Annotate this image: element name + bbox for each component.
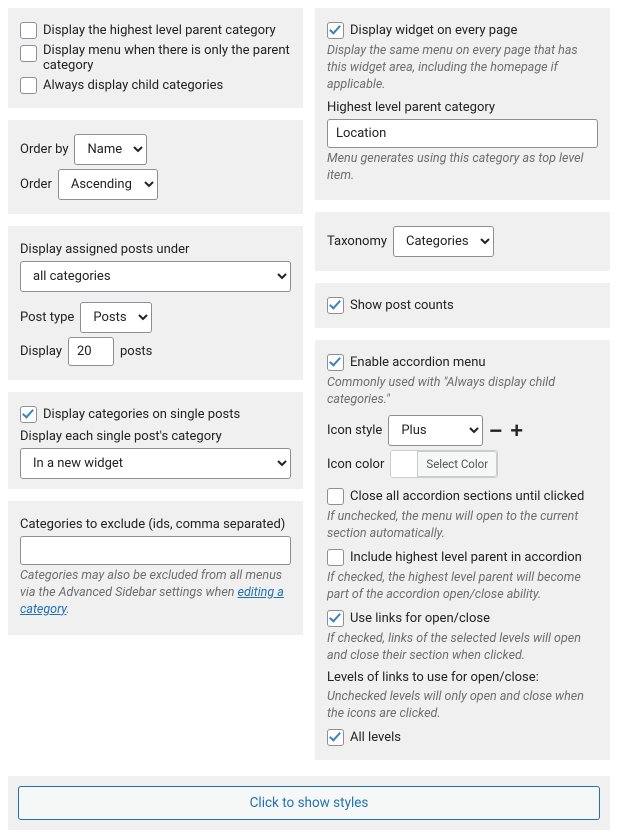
each-single-label: Display each single post's category bbox=[20, 429, 291, 444]
icon-style-select[interactable]: Plus bbox=[388, 415, 483, 446]
display-n-label-pre: Display bbox=[20, 344, 62, 359]
show-counts-checkbox[interactable] bbox=[327, 297, 344, 314]
every-page-panel: Display widget on every page Display the… bbox=[315, 8, 610, 200]
icon-style-label: Icon style bbox=[327, 423, 382, 438]
include-highest-label: Include highest level parent in accordio… bbox=[350, 550, 582, 565]
all-levels-label: All levels bbox=[350, 730, 401, 745]
include-highest-checkbox[interactable] bbox=[327, 549, 344, 566]
posts-panel: Display assigned posts under all categor… bbox=[8, 226, 303, 380]
close-all-help: If unchecked, the menu will open to the … bbox=[327, 509, 598, 543]
close-all-checkbox[interactable] bbox=[327, 488, 344, 505]
levels-help: Unchecked levels will only open and clos… bbox=[327, 689, 598, 723]
order-label: Order bbox=[20, 177, 52, 192]
icon-color-label: Icon color bbox=[327, 457, 384, 472]
close-all-label: Close all accordion sections until click… bbox=[350, 489, 584, 504]
display-n-label-post: posts bbox=[120, 344, 152, 359]
levels-label: Levels of links to use for open/close: bbox=[327, 670, 598, 685]
taxonomy-panel: Taxonomy Categories bbox=[315, 212, 610, 271]
every-page-label: Display widget on every page bbox=[350, 23, 517, 38]
display-highest-parent-label: Display the highest level parent categor… bbox=[43, 23, 276, 38]
single-posts-label: Display categories on single posts bbox=[43, 407, 240, 422]
taxonomy-label: Taxonomy bbox=[327, 234, 387, 249]
post-type-select[interactable]: Posts bbox=[80, 302, 152, 333]
always-child-label: Always display child categories bbox=[43, 78, 223, 93]
single-posts-panel: Display categories on single posts Displ… bbox=[8, 392, 303, 489]
single-posts-checkbox[interactable] bbox=[20, 406, 37, 423]
exclude-input[interactable] bbox=[20, 536, 291, 565]
styles-footer: Click to show styles bbox=[8, 776, 610, 830]
accordion-panel: Enable accordion menu Commonly used with… bbox=[315, 340, 610, 760]
every-page-help: Display the same menu on every page that… bbox=[327, 43, 598, 94]
display-highest-parent-checkbox[interactable] bbox=[20, 22, 37, 39]
minus-icon: − bbox=[489, 420, 502, 442]
accordion-checkbox[interactable] bbox=[327, 354, 344, 371]
ordering-panel: Order by Name Order Ascending bbox=[8, 120, 303, 214]
display-options-panel: Display the highest level parent categor… bbox=[8, 8, 303, 108]
display-only-parent-checkbox[interactable] bbox=[20, 45, 37, 62]
icon-style-preview: − + bbox=[489, 420, 523, 442]
taxonomy-select[interactable]: Categories bbox=[393, 226, 494, 257]
always-child-checkbox[interactable] bbox=[20, 77, 37, 94]
show-counts-label: Show post counts bbox=[350, 298, 454, 313]
order-by-select[interactable]: Name bbox=[74, 134, 147, 165]
assigned-under-select[interactable]: all categories bbox=[20, 261, 291, 292]
use-links-label: Use links for open/close bbox=[350, 611, 490, 626]
use-links-checkbox[interactable] bbox=[327, 610, 344, 627]
order-by-label: Order by bbox=[20, 142, 68, 157]
display-only-parent-label: Display menu when there is only the pare… bbox=[43, 43, 291, 73]
display-n-input[interactable] bbox=[68, 337, 114, 366]
assigned-under-label: Display assigned posts under bbox=[20, 242, 291, 257]
accordion-help: Commonly used with "Always display child… bbox=[327, 375, 598, 409]
exclude-help: Categories may also be excluded from all… bbox=[20, 568, 291, 619]
exclude-label: Categories to exclude (ids, comma separa… bbox=[20, 517, 291, 532]
post-type-label: Post type bbox=[20, 310, 74, 325]
order-select[interactable]: Ascending bbox=[58, 169, 158, 200]
plus-icon: + bbox=[510, 420, 523, 442]
highest-parent-label: Highest level parent category bbox=[327, 100, 598, 115]
all-levels-checkbox[interactable] bbox=[327, 729, 344, 746]
color-swatch[interactable] bbox=[391, 451, 417, 477]
every-page-checkbox[interactable] bbox=[327, 22, 344, 39]
exclude-panel: Categories to exclude (ids, comma separa… bbox=[8, 501, 303, 635]
include-highest-help: If checked, the highest level parent wil… bbox=[327, 570, 598, 604]
use-links-help: If checked, links of the selected levels… bbox=[327, 631, 598, 665]
accordion-label: Enable accordion menu bbox=[350, 355, 486, 370]
highest-parent-help: Menu generates using this category as to… bbox=[327, 151, 598, 185]
select-color-button[interactable]: Select Color bbox=[417, 451, 497, 477]
each-single-select[interactable]: In a new widget bbox=[20, 448, 291, 479]
highest-parent-input[interactable] bbox=[327, 119, 598, 148]
counts-panel: Show post counts bbox=[315, 283, 610, 328]
show-styles-button[interactable]: Click to show styles bbox=[18, 786, 600, 820]
